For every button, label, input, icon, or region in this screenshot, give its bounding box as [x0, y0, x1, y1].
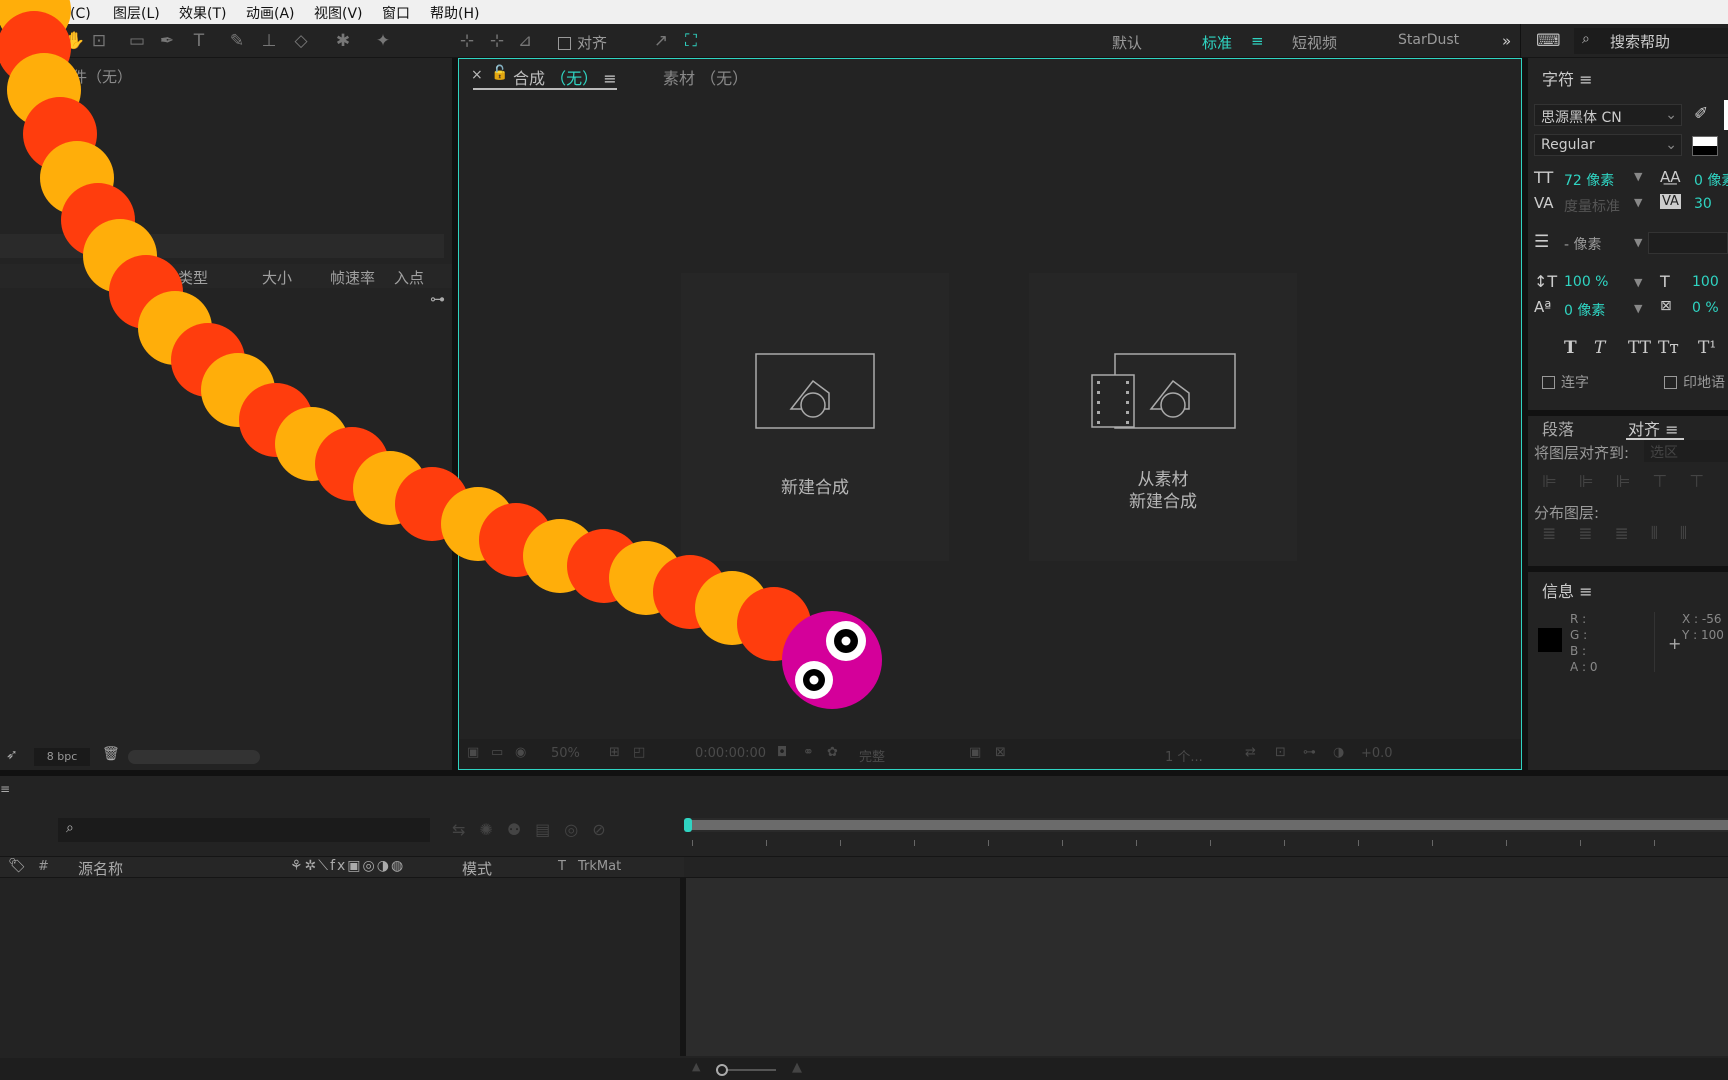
- worm-head-shape: [782, 611, 882, 709]
- worm-overlay: [0, 0, 882, 709]
- worm-glint-right: [841, 636, 851, 646]
- worm-glint-left: [809, 675, 819, 685]
- worm-body: [0, 0, 811, 661]
- worm-head: [782, 611, 882, 709]
